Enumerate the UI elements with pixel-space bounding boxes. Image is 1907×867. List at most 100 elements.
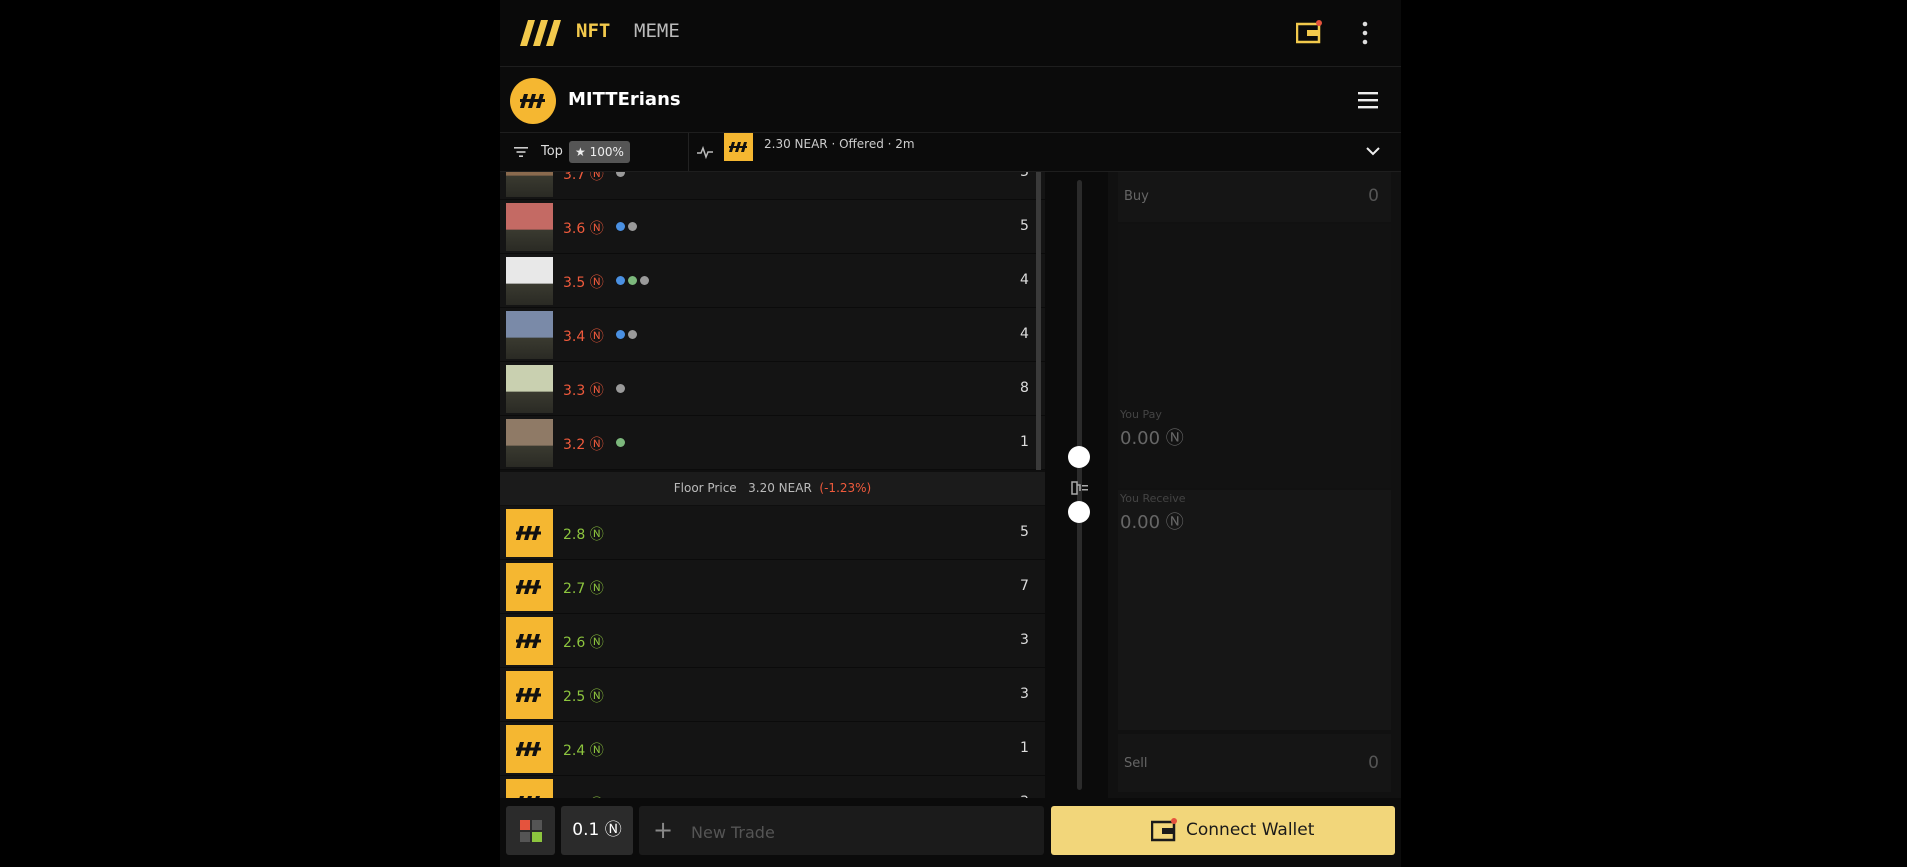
collection-thumbnail[interactable] — [506, 509, 553, 557]
trait-dot — [640, 276, 649, 285]
ask-price: 3.3 Ⓝ — [563, 383, 604, 399]
ask-row[interactable]: 3.5 Ⓝ 4 — [500, 254, 1045, 308]
bid-row[interactable]: 2.7 Ⓝ 7 — [500, 560, 1045, 614]
trait-dots — [616, 172, 628, 178]
activity-icon[interactable] — [697, 145, 713, 159]
amount-selector[interactable]: 0.1 Ⓝ — [561, 806, 633, 855]
bid-row[interactable]: 2.4 Ⓝ 1 — [500, 722, 1045, 776]
ask-quantity: 5 — [1020, 218, 1029, 234]
ask-quantity: 1 — [1020, 434, 1029, 450]
trait-dot — [616, 438, 625, 447]
bid-quantity: 1 — [1020, 740, 1029, 756]
bid-price: 2.5 Ⓝ — [563, 689, 604, 705]
bid-row[interactable]: 2.5 Ⓝ 3 — [500, 668, 1045, 722]
sell-count: 0 — [1368, 753, 1379, 773]
ask-row[interactable]: 3.7 Ⓝ 3 — [500, 172, 1045, 200]
tab-meme[interactable]: MEME — [634, 20, 680, 42]
ask-price: 3.4 Ⓝ — [563, 329, 604, 345]
menu-icon[interactable] — [1358, 91, 1378, 109]
trait-dot — [616, 330, 625, 339]
bid-quantity: 3 — [1020, 686, 1029, 702]
sort-label[interactable]: Top — [541, 144, 563, 159]
new-trade-input[interactable] — [689, 818, 1033, 846]
collection-title: MITTErians — [568, 89, 681, 110]
nft-thumbnail[interactable] — [506, 203, 553, 251]
tab-nft[interactable]: NFT — [576, 20, 610, 42]
chevron-down-icon[interactable] — [1366, 146, 1380, 156]
collection-thumbnail[interactable] — [506, 725, 553, 773]
bottom-bar: 0.1 Ⓝ + Connect Wallet — [500, 800, 1401, 867]
connect-wallet-button[interactable]: Connect Wallet — [1051, 806, 1395, 855]
ask-row[interactable]: 3.2 Ⓝ 1 — [500, 416, 1045, 470]
ask-quantity: 3 — [1020, 172, 1029, 180]
bid-row[interactable]: 2.6 Ⓝ 3 — [500, 614, 1045, 668]
buy-count: 0 — [1368, 186, 1379, 206]
collection-header: MITTErians — [500, 67, 1401, 133]
buy-label: Buy — [1124, 189, 1149, 204]
collection-thumbnail[interactable] — [506, 617, 553, 665]
buy-section[interactable]: Buy 0 — [1118, 172, 1391, 222]
floor-price-label: Floor Price — [673, 481, 737, 495]
collection-logo-icon — [519, 796, 540, 798]
trait-dot — [628, 222, 637, 231]
bid-quantity: 7 — [1020, 578, 1029, 594]
wallet-icon[interactable] — [1296, 20, 1322, 44]
collection-logo-icon — [729, 142, 747, 152]
collection-logo-icon — [516, 634, 541, 648]
new-trade-field[interactable]: + — [639, 806, 1044, 855]
more-options-icon[interactable] — [1358, 20, 1372, 46]
trade-panel: Buy 0 You Pay 0.00 Ⓝ You Receive 0.00 Ⓝ … — [1108, 172, 1401, 798]
top-nav: NFT MEME — [500, 0, 1401, 67]
collection-logo-icon — [516, 742, 541, 756]
ask-row[interactable]: 3.4 Ⓝ 4 — [500, 308, 1045, 362]
collection-logo-icon — [516, 526, 541, 540]
nft-thumbnail[interactable] — [506, 311, 553, 359]
ask-quantity: 8 — [1020, 380, 1029, 396]
nft-thumbnail[interactable] — [506, 172, 553, 197]
bid-price: 2.7 Ⓝ — [563, 581, 604, 597]
ask-row[interactable]: 3.6 Ⓝ 5 — [500, 200, 1045, 254]
collection-logo-icon — [516, 580, 541, 594]
you-receive-value: 0.00 Ⓝ — [1120, 512, 1184, 533]
trait-dot — [616, 222, 625, 231]
nft-thumbnail[interactable] — [506, 257, 553, 305]
recent-activity-text[interactable]: 2.30 NEAR · Offered · 2m — [764, 137, 915, 151]
collection-thumbnail[interactable] — [506, 563, 553, 611]
ask-price: 3.6 Ⓝ — [563, 221, 604, 237]
nft-thumbnail[interactable] — [506, 365, 553, 413]
bid-price: 2.3 Ⓝ — [563, 794, 604, 798]
ask-row[interactable]: 3.3 Ⓝ 8 — [500, 362, 1045, 416]
collection-thumbnail[interactable] — [506, 779, 553, 798]
range-handle-bottom[interactable] — [1068, 501, 1090, 523]
bid-quantity: 3 — [1020, 632, 1029, 648]
bid-row[interactable]: 2.8 Ⓝ 5 — [500, 506, 1045, 560]
collection-avatar[interactable] — [510, 78, 556, 124]
you-pay-section: You Pay 0.00 Ⓝ — [1118, 408, 1391, 488]
nft-thumbnail[interactable] — [506, 419, 553, 467]
logo-icon[interactable] — [520, 20, 562, 46]
floor-price-change: (-1.23%) — [819, 481, 872, 495]
range-handle-top[interactable] — [1068, 446, 1090, 468]
ask-quantity: 4 — [1020, 326, 1029, 342]
orderbook: 3.2 Ⓝ 1 3.3 Ⓝ 8 3.4 Ⓝ 4 3.5 Ⓝ 4 3.6 Ⓝ 5 3.7 Ⓝ 3 Flo… — [500, 172, 1045, 798]
collection-logo-icon — [516, 688, 541, 702]
you-pay-label: You Pay — [1120, 408, 1162, 421]
you-pay-value: 0.00 Ⓝ — [1120, 428, 1184, 449]
filter-icon[interactable] — [514, 145, 528, 159]
trait-dots — [616, 384, 628, 394]
ask-scrollbar[interactable] — [1036, 172, 1041, 470]
you-receive-label: You Receive — [1120, 492, 1186, 505]
floor-price-row: Floor Price 3.20 NEAR (-1.23%) — [500, 472, 1045, 505]
ask-quantity: 4 — [1020, 272, 1029, 288]
trait-dot — [628, 330, 637, 339]
bid-row[interactable]: 2.3 Ⓝ 3 — [500, 776, 1045, 798]
collection-logo-icon — [520, 94, 545, 108]
you-receive-section: You Receive 0.00 Ⓝ — [1118, 490, 1391, 730]
wallet-icon — [1151, 818, 1177, 842]
rarity-badge[interactable]: ★ 100% — [569, 141, 630, 163]
collection-thumbnail[interactable] — [506, 671, 553, 719]
sell-section[interactable]: Sell 0 — [1118, 734, 1391, 792]
bid-price: 2.8 Ⓝ — [563, 527, 604, 543]
layout-toggle-button[interactable] — [506, 806, 555, 855]
ask-price: 3.7 Ⓝ — [563, 172, 604, 183]
